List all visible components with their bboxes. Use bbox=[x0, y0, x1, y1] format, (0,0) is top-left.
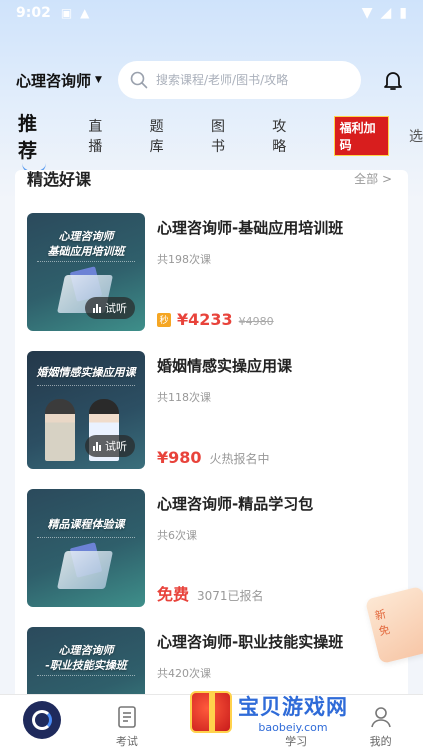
flash-sale-badge: 秒 bbox=[157, 312, 171, 327]
category-label: 心理咨询师 bbox=[16, 71, 92, 90]
status-bar: 9:02 ▣ ▲ ▼ ◢ ▮ bbox=[0, 0, 423, 26]
course-item[interactable]: 心理咨询师 基础应用培训班 试听 心理咨询师-基础应用培训班 共198次课 秒 … bbox=[27, 213, 399, 333]
thumbnail-divider bbox=[37, 675, 135, 678]
tab-guide[interactable]: 攻略 bbox=[272, 116, 297, 156]
course-price: 免费 bbox=[157, 585, 190, 604]
category-selector[interactable]: 心理咨询师 ▼ bbox=[16, 70, 108, 91]
course-thumbnail: 心理咨询师 基础应用培训班 试听 bbox=[27, 213, 145, 331]
tab-recommend[interactable]: 推荐 bbox=[18, 109, 52, 174]
course-title: 心理咨询师-职业技能实操班 bbox=[157, 633, 344, 651]
course-thumbnail: 精品课程体验课 bbox=[27, 489, 145, 607]
course-lessons: 共420次课 bbox=[157, 667, 211, 680]
tab-books[interactable]: 图书 bbox=[211, 116, 236, 156]
course-title: 心理咨询师-精品学习包 bbox=[157, 495, 314, 513]
notification-icon: ▣ bbox=[60, 6, 73, 20]
home-logo-icon bbox=[23, 701, 62, 739]
tab-question-bank[interactable]: 题库 bbox=[150, 116, 175, 156]
status-time: 9:02 bbox=[16, 5, 51, 21]
bottom-navigation: 考试 学习 我的 bbox=[0, 694, 423, 752]
battery-icon: ▮ bbox=[399, 5, 407, 21]
thumbnail-divider bbox=[37, 261, 135, 264]
nav-study[interactable]: 学习 bbox=[254, 695, 339, 752]
nav-exam-label: 考试 bbox=[115, 735, 138, 748]
signal-icon: ◢ bbox=[380, 5, 392, 21]
caret-down-icon: ▼ bbox=[95, 75, 102, 85]
top-header: 心理咨询师 ▼ bbox=[0, 58, 423, 102]
course-title: 心理咨询师-基础应用培训班 bbox=[157, 219, 344, 237]
nav-study-label: 学习 bbox=[285, 735, 308, 748]
audio-bars-icon bbox=[93, 441, 101, 451]
course-price: ¥4233 bbox=[177, 310, 233, 329]
nav-exam[interactable]: 考试 bbox=[85, 695, 170, 752]
featured-courses-card: 精选好课 全部 > 心理咨询师 基础应用培训班 试听 心理咨询师-基础应用培训班… bbox=[15, 170, 408, 730]
book-illustration bbox=[56, 551, 114, 589]
course-item[interactable]: 精品课程体验课 心理咨询师-精品学习包 共6次课 免费 3071已报名 bbox=[27, 489, 399, 609]
course-lessons: 共6次课 bbox=[157, 529, 197, 542]
course-info: 心理咨询师-精品学习包 共6次课 免费 3071已报名 bbox=[157, 489, 399, 609]
trial-button[interactable]: 试听 bbox=[85, 435, 135, 457]
tab-more[interactable]: 选 bbox=[409, 126, 423, 146]
original-price: ¥4980 bbox=[238, 315, 274, 328]
course-info: 婚姻情感实操应用课 共118次课 ¥980 火热报名中 bbox=[157, 351, 399, 471]
thumbnail-divider bbox=[37, 537, 135, 540]
enrollment-count: 3071已报名 bbox=[197, 589, 264, 603]
nav-home[interactable] bbox=[0, 695, 85, 752]
thumbnail-title: 婚姻情感实操应用课 bbox=[36, 366, 136, 379]
price-row: ¥980 火热报名中 bbox=[157, 448, 270, 467]
thumbnail-title: 精品课程体验课 bbox=[47, 518, 125, 531]
section-header: 精选好课 全部 > bbox=[27, 170, 392, 189]
document-icon bbox=[118, 706, 136, 728]
enrollment-status: 火热报名中 bbox=[209, 452, 270, 466]
instructor-photo bbox=[45, 399, 75, 461]
course-lessons: 共198次课 bbox=[157, 253, 211, 266]
thumbnail-divider bbox=[37, 385, 135, 388]
course-title: 婚姻情感实操应用课 bbox=[157, 357, 293, 375]
thumbnail-title: 心理咨询师 -职业技能实操班 bbox=[45, 644, 127, 672]
nav-mine-label: 我的 bbox=[369, 735, 392, 748]
thumbnail-title: 心理咨询师 基础应用培训班 bbox=[47, 230, 125, 258]
tab-bar: 推荐 直播 题库 图书 攻略 福利加码 选 bbox=[0, 113, 423, 174]
price-row: 秒 ¥4233 ¥4980 bbox=[157, 310, 274, 329]
search-bar[interactable] bbox=[118, 61, 361, 99]
view-all-link[interactable]: 全部 > bbox=[354, 170, 392, 187]
bell-icon[interactable] bbox=[379, 66, 407, 94]
course-item[interactable]: 婚姻情感实操应用课 试听 婚姻情感实操应用课 共118次课 ¥980 火热报名中 bbox=[27, 351, 399, 471]
search-icon bbox=[130, 71, 148, 89]
tab-live[interactable]: 直播 bbox=[88, 116, 113, 156]
audio-bars-icon bbox=[93, 303, 101, 313]
course-price: ¥980 bbox=[157, 448, 202, 467]
nav-center[interactable] bbox=[169, 695, 254, 752]
search-input[interactable] bbox=[156, 73, 349, 87]
wifi-icon: ▼ bbox=[361, 5, 373, 21]
user-icon bbox=[370, 707, 391, 728]
trial-button[interactable]: 试听 bbox=[85, 297, 135, 319]
course-thumbnail: 婚姻情感实操应用课 试听 bbox=[27, 351, 145, 469]
nav-mine[interactable]: 我的 bbox=[338, 695, 423, 752]
warning-icon: ▲ bbox=[80, 6, 90, 20]
section-title: 精选好课 bbox=[27, 170, 92, 189]
course-info: 心理咨询师-基础应用培训班 共198次课 秒 ¥4233 ¥4980 bbox=[157, 213, 399, 333]
course-lessons: 共118次课 bbox=[157, 391, 211, 404]
price-row: 免费 3071已报名 bbox=[157, 581, 264, 605]
tab-promo[interactable]: 福利加码 bbox=[333, 116, 390, 156]
